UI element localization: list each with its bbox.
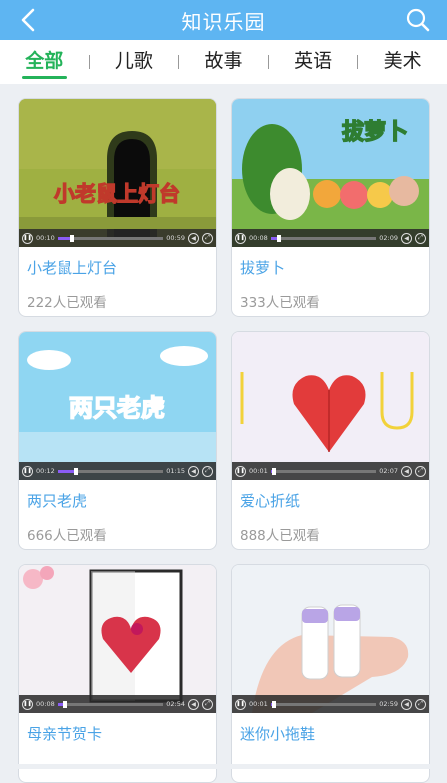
fullscreen-icon[interactable]: ⤢	[415, 232, 426, 244]
video-player-bar: ❚❚ 00:01 02:59 ◀ ⤢	[232, 695, 429, 713]
time-current: 00:12	[36, 467, 55, 475]
progress-bar[interactable]	[270, 234, 377, 242]
volume-icon[interactable]: ◀	[401, 698, 412, 710]
back-button[interactable]	[14, 5, 42, 35]
fullscreen-icon[interactable]: ⤢	[415, 465, 426, 477]
time-total: 02:59	[379, 700, 398, 708]
fullscreen-icon[interactable]: ⤢	[202, 698, 213, 710]
time-current: 00:01	[249, 700, 268, 708]
search-button[interactable]	[403, 5, 433, 35]
page-title: 知识乐园	[181, 9, 266, 34]
video-card[interactable]: ❚❚ 00:01 02:07 ◀ ⤢ 爱心折纸 888人已观看	[231, 331, 430, 550]
time-total: 00:59	[166, 234, 185, 242]
mouse-lamp-scene: 小老鼠上灯台	[19, 99, 216, 247]
video-card[interactable]: 小老鼠上灯台 ❚❚ 00:10 00:59 ◀ ⤢ 小老鼠上灯台 222人已观看	[18, 98, 217, 317]
category-tabs: 全部 儿歌 故事 英语 美术	[0, 40, 447, 84]
video-thumbnail[interactable]: ❚❚ 00:01 02:07 ◀ ⤢	[232, 332, 429, 480]
time-total: 02:07	[379, 467, 398, 475]
view-count: 222人已观看	[27, 295, 107, 311]
time-current: 00:10	[36, 234, 55, 242]
video-title[interactable]: 母亲节贺卡	[27, 723, 102, 744]
page-bottom-edge	[0, 764, 447, 769]
video-player-bar: ❚❚ 00:08 02:54 ◀ ⤢	[19, 695, 216, 713]
video-player-bar: ❚❚ 00:01 02:07 ◀ ⤢	[232, 462, 429, 480]
fullscreen-icon[interactable]: ⤢	[415, 698, 426, 710]
paper-heart-scene	[232, 332, 429, 480]
mini-slippers-scene	[232, 565, 429, 713]
video-thumbnail[interactable]: 两只老虎 ❚❚ 00:12 01:15 ◀ ⤢	[19, 332, 216, 480]
fullscreen-icon[interactable]: ⤢	[202, 232, 213, 244]
video-title[interactable]: 拔萝卜	[240, 257, 285, 278]
video-card[interactable]: 两只老虎 ❚❚ 00:12 01:15 ◀ ⤢ 两只老虎 666人已观看	[18, 331, 217, 550]
video-thumbnail[interactable]: ❚❚ 00:08 02:54 ◀ ⤢	[19, 565, 216, 713]
time-current: 00:01	[249, 467, 268, 475]
volume-icon[interactable]: ◀	[401, 465, 412, 477]
time-total: 02:54	[166, 700, 185, 708]
video-card[interactable]: ❚❚ 00:01 02:59 ◀ ⤢ 迷你小拖鞋	[231, 564, 430, 783]
tab-english[interactable]: 英语	[269, 40, 358, 84]
svg-text:小老鼠上灯台: 小老鼠上灯台	[54, 182, 180, 206]
video-thumbnail[interactable]: ❚❚ 00:01 02:59 ◀ ⤢	[232, 565, 429, 713]
view-count: 888人已观看	[240, 528, 320, 544]
video-title[interactable]: 爱心折纸	[240, 490, 300, 511]
video-card[interactable]: ❚❚ 00:08 02:54 ◀ ⤢ 母亲节贺卡	[18, 564, 217, 783]
volume-icon[interactable]: ◀	[188, 232, 199, 244]
video-title[interactable]: 小老鼠上灯台	[27, 257, 117, 278]
pause-icon[interactable]: ❚❚	[22, 465, 33, 477]
video-thumbnail[interactable]: 小老鼠上灯台 ❚❚ 00:10 00:59 ◀ ⤢	[19, 99, 216, 247]
progress-bar[interactable]	[270, 700, 377, 708]
pause-icon[interactable]: ❚❚	[235, 465, 246, 477]
video-player-bar: ❚❚ 00:12 01:15 ◀ ⤢	[19, 462, 216, 480]
progress-bar[interactable]	[57, 467, 164, 475]
video-player-bar: ❚❚ 00:08 02:09 ◀ ⤢	[232, 229, 429, 247]
video-thumbnail[interactable]: 拔萝卜 ❚❚ 00:08 02:09 ◀ ⤢	[232, 99, 429, 247]
video-player-bar: ❚❚ 00:10 00:59 ◀ ⤢	[19, 229, 216, 247]
time-current: 00:08	[249, 234, 268, 242]
progress-bar[interactable]	[57, 234, 164, 242]
tab-stories[interactable]: 故事	[179, 40, 268, 84]
tab-songs[interactable]: 儿歌	[90, 40, 179, 84]
top-bar: 知识乐园	[0, 0, 447, 40]
tab-art[interactable]: 美术	[358, 40, 447, 84]
volume-icon[interactable]: ◀	[188, 465, 199, 477]
volume-icon[interactable]: ◀	[401, 232, 412, 244]
tab-all[interactable]: 全部	[0, 40, 89, 84]
pause-icon[interactable]: ❚❚	[235, 232, 246, 244]
search-icon	[406, 8, 430, 32]
video-grid: 小老鼠上灯台 ❚❚ 00:10 00:59 ◀ ⤢ 小老鼠上灯台 222人已观看	[18, 98, 430, 783]
tigers-scene: 两只老虎	[19, 332, 216, 480]
volume-icon[interactable]: ◀	[188, 698, 199, 710]
mothers-day-card-scene	[19, 565, 216, 713]
pause-icon[interactable]: ❚❚	[22, 698, 33, 710]
time-current: 00:08	[36, 700, 55, 708]
view-count: 333人已观看	[240, 295, 320, 311]
radish-scene: 拔萝卜	[232, 99, 429, 247]
video-title[interactable]: 两只老虎	[27, 490, 87, 511]
time-total: 01:15	[166, 467, 185, 475]
video-title[interactable]: 迷你小拖鞋	[240, 723, 315, 744]
svg-text:两只老虎: 两只老虎	[69, 394, 165, 422]
time-total: 02:09	[379, 234, 398, 242]
pause-icon[interactable]: ❚❚	[235, 698, 246, 710]
fullscreen-icon[interactable]: ⤢	[202, 465, 213, 477]
pause-icon[interactable]: ❚❚	[22, 232, 33, 244]
video-card[interactable]: 拔萝卜 ❚❚ 00:08 02:09 ◀ ⤢ 拔萝卜 333人已观看	[231, 98, 430, 317]
svg-text:拔萝卜: 拔萝卜	[342, 119, 408, 145]
back-arrow-icon	[21, 8, 35, 32]
progress-bar[interactable]	[57, 700, 164, 708]
view-count: 666人已观看	[27, 528, 107, 544]
progress-bar[interactable]	[270, 467, 377, 475]
